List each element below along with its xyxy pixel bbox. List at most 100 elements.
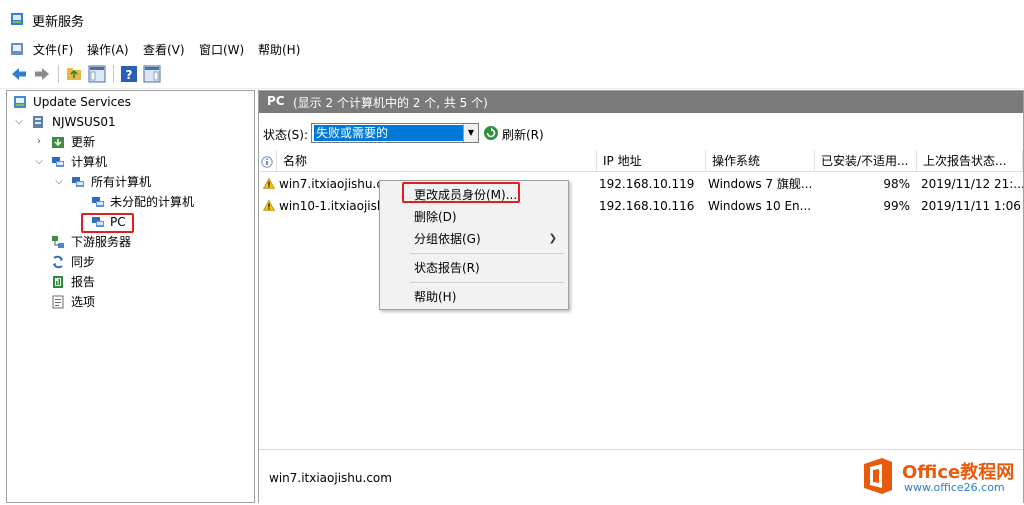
menu-file[interactable]: 文件(F)	[33, 41, 73, 58]
cell-ip: 192.168.10.119	[599, 177, 695, 191]
tree-node-computers[interactable]: ⌵ 计算机	[7, 152, 252, 172]
menu-item-label: 帮助(H)	[414, 290, 457, 304]
cell-installed: 98%	[883, 177, 910, 191]
menu-separator	[410, 253, 564, 254]
tree-node-reports[interactable]: 报告	[7, 272, 252, 292]
status-filter-label: 状态(S):	[263, 128, 309, 142]
window-title: 更新服务	[32, 15, 85, 30]
menu-help[interactable]: 帮助(H)	[258, 41, 300, 58]
menu-item-help[interactable]: 帮助(H)	[381, 286, 567, 308]
menu-action[interactable]: 操作(A)	[87, 41, 129, 58]
tree-node-server[interactable]: ⌵ NJWSUS01	[7, 112, 252, 132]
column-header-last-report[interactable]: 上次报告状态...	[917, 150, 1023, 172]
tree-node-label: 计算机	[71, 155, 108, 169]
chevron-down-icon[interactable]: ⌵	[53, 172, 65, 192]
tree-node-update-services[interactable]: Update Services	[7, 92, 252, 112]
highlight-box	[402, 182, 520, 203]
selected-computer-name: win7.itxiaojishu.com	[269, 471, 392, 485]
cell-os: Windows 10 En...	[708, 199, 811, 213]
submenu-arrow-icon: ❯	[548, 233, 557, 244]
menu-item-delete[interactable]: 删除(D)	[381, 206, 567, 228]
status-filter-dropdown[interactable]: 失败或需要的 ▼	[311, 123, 479, 143]
menu-item-status-report[interactable]: 状态报告(R)	[381, 257, 567, 279]
watermark-site: www.office26.com	[904, 481, 1005, 494]
watermark: Office教程网 www.office26.com	[858, 454, 1024, 500]
show-hide-tree-icon[interactable]	[88, 65, 106, 83]
refresh-icon[interactable]	[483, 125, 499, 141]
menu-item-label: 删除(D)	[414, 210, 457, 224]
tree-node-label: Update Services	[33, 95, 131, 109]
tree-node-label: NJWSUS01	[52, 115, 116, 129]
cell-os: Windows 7 旗舰...	[708, 177, 811, 191]
mmc-menu-icon[interactable]	[10, 42, 24, 56]
tree-node-pc[interactable]: PC	[7, 212, 252, 233]
menu-item-group-by[interactable]: 分组依据(G) ❯	[381, 228, 567, 250]
computers-table: 名称 IP 地址 操作系统 已安装/不适用... 上次报告状态... win7.…	[259, 150, 1023, 450]
dropdown-arrow-icon[interactable]: ▼	[463, 124, 478, 142]
tree-node-synchronizations[interactable]: 同步	[7, 252, 252, 272]
column-header-ip[interactable]: IP 地址	[597, 150, 706, 172]
title-bar: 更新服务	[0, 0, 1024, 38]
up-folder-icon[interactable]	[65, 65, 83, 83]
table-row[interactable]: win10-1.itxiaojishu.com 192.168.10.116 W…	[259, 195, 1023, 217]
menu-item-label: 分组依据(G)	[414, 232, 481, 246]
pane-count-summary: (显示 2 个计算机中的 2 个, 共 5 个)	[293, 96, 488, 110]
highlight-box	[81, 213, 134, 233]
computer-group-icon	[72, 177, 84, 187]
chevron-down-icon[interactable]: ⌵	[33, 152, 45, 172]
context-menu: 更改成员身份(M)... 删除(D) 分组依据(G) ❯ 状态报告(R) 帮助(…	[379, 180, 569, 310]
options-icon	[52, 295, 64, 309]
filter-bar: 状态(S): 失败或需要的 ▼ 刷新(R)	[259, 113, 1023, 151]
column-header-installed[interactable]: 已安装/不适用...	[815, 150, 917, 172]
tree-node-label: 下游服务器	[71, 235, 132, 249]
back-icon[interactable]	[10, 65, 28, 83]
tree-node-label: 选项	[71, 295, 96, 309]
tree-node-options[interactable]: 选项	[7, 292, 252, 312]
info-icon	[261, 155, 273, 168]
refresh-button[interactable]: 刷新(R)	[502, 126, 544, 143]
column-status-icon-header[interactable]	[259, 150, 277, 172]
results-pane: PC (显示 2 个计算机中的 2 个, 共 5 个) 状态(S): 失败或需要…	[258, 90, 1024, 503]
table-row[interactable]: win7.itxiaojishu.com 192.168.10.119 Wind…	[259, 173, 1023, 195]
computers-icon	[52, 157, 64, 167]
tree-node-label: 所有计算机	[91, 175, 152, 189]
menu-view[interactable]: 查看(V)	[143, 41, 185, 58]
reports-icon	[53, 276, 63, 288]
tree-node-updates[interactable]: › 更新	[7, 132, 252, 152]
menu-item-label: 状态报告(R)	[414, 261, 480, 275]
tree-node-unassigned-computers[interactable]: 未分配的计算机	[7, 192, 252, 212]
show-action-pane-icon[interactable]	[143, 65, 161, 83]
menu-separator	[410, 282, 564, 283]
toolbar-separator	[113, 65, 114, 83]
wsus-console-icon	[11, 13, 23, 25]
cell-last-report: 2019/11/12 21:...	[921, 177, 1023, 191]
cell-installed: 99%	[883, 199, 910, 213]
updates-icon	[52, 137, 64, 148]
chevron-right-icon[interactable]: ›	[33, 132, 45, 152]
computer-group-icon	[92, 197, 104, 207]
tree-node-label: 更新	[71, 135, 96, 149]
sync-icon	[53, 255, 63, 269]
cell-last-report: 2019/11/11 1:06	[921, 199, 1021, 213]
help-icon[interactable]: ?	[120, 65, 138, 83]
computer-group-icon	[92, 217, 104, 227]
svg-text:?: ?	[126, 68, 133, 82]
tree-node-label: 未分配的计算机	[110, 195, 195, 209]
chevron-down-icon[interactable]: ⌵	[13, 112, 25, 132]
tree-node-label: 报告	[71, 275, 96, 289]
column-header-name[interactable]: 名称	[277, 150, 597, 172]
downstream-servers-icon	[52, 236, 64, 248]
cell-ip: 192.168.10.116	[599, 199, 695, 213]
tree-node-label: 同步	[71, 255, 96, 269]
update-services-icon	[14, 96, 26, 108]
tree-node-label: PC	[110, 215, 126, 229]
forward-icon[interactable]	[33, 65, 51, 83]
office-logo-icon	[864, 458, 892, 494]
tree-node-all-computers[interactable]: ⌵ 所有计算机	[7, 172, 252, 192]
status-filter-value: 失败或需要的	[314, 125, 464, 141]
tree-node-downstream-servers[interactable]: 下游服务器	[7, 232, 252, 252]
menu-bar: 文件(F) 操作(A) 查看(V) 窗口(W) 帮助(H)	[0, 38, 1024, 60]
navigation-tree: Update Services ⌵ NJWSUS01 › 更新 ⌵ 计算机 ⌵ …	[6, 90, 255, 503]
column-header-os[interactable]: 操作系统	[706, 150, 815, 172]
menu-window[interactable]: 窗口(W)	[199, 41, 244, 58]
